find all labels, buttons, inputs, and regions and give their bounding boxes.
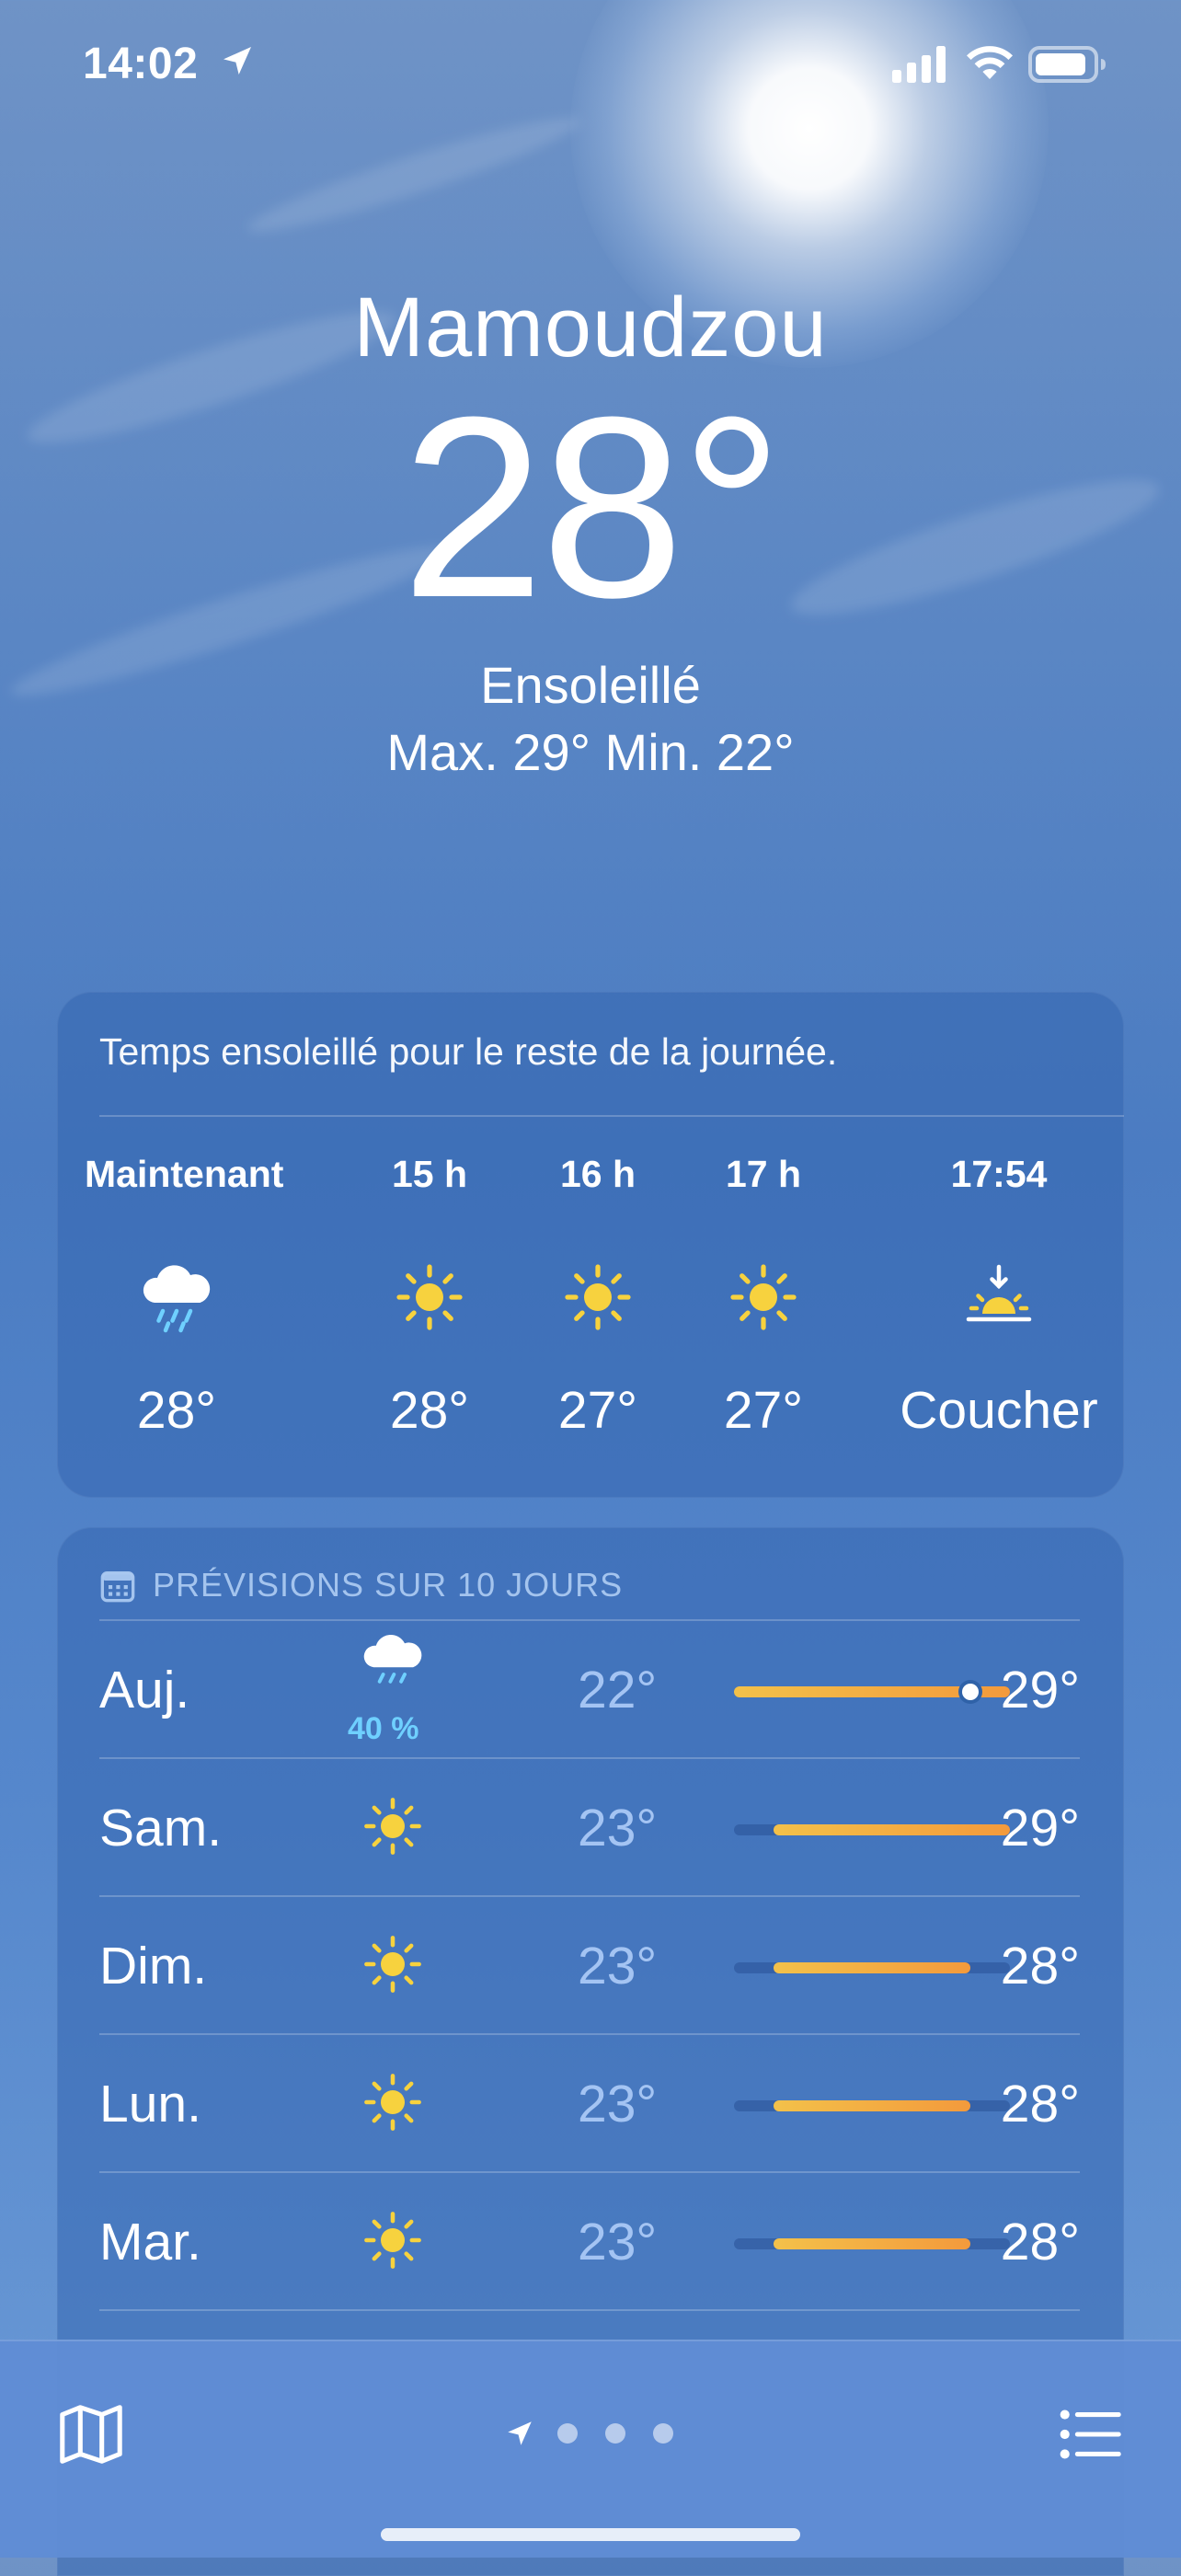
bottom-toolbar bbox=[0, 2340, 1181, 2558]
sun-icon bbox=[396, 1264, 463, 1330]
current-weather: Mamoudzou 28° Ensoleillé Max. 29° Min. 2… bbox=[0, 285, 1181, 782]
day-label: Sam. bbox=[99, 1799, 223, 1857]
daily-row[interactable]: Auj. 40 % 22° 29° bbox=[99, 1619, 1080, 1757]
day-label: Mar. bbox=[99, 2213, 201, 2271]
sun-icon bbox=[565, 1264, 631, 1330]
city-name: Mamoudzou bbox=[353, 281, 828, 374]
temperature-range-fill bbox=[773, 2100, 971, 2111]
hour-label: 17 h bbox=[725, 1153, 802, 1195]
daily-row[interactable]: Dim. 23° 28° bbox=[99, 1895, 1080, 2033]
hourly-item: Maintenant 28° bbox=[85, 1153, 284, 1441]
hour-temperature: 27° bbox=[723, 1381, 804, 1440]
temperature-range-bar bbox=[734, 2238, 1010, 2249]
map-icon[interactable] bbox=[55, 2398, 127, 2470]
divider bbox=[99, 1115, 1124, 1117]
high-temperature: 29° bbox=[1000, 1799, 1080, 1857]
page-dot bbox=[557, 2423, 578, 2444]
high-temperature: 28° bbox=[1000, 2213, 1080, 2271]
sun-icon bbox=[364, 2074, 421, 2131]
current-condition: Ensoleillé bbox=[480, 656, 701, 714]
sun-icon bbox=[364, 1936, 421, 1993]
sunset-icon bbox=[966, 1264, 1032, 1322]
hour-temperature: 27° bbox=[557, 1381, 638, 1440]
battery-icon bbox=[1028, 46, 1106, 83]
precipitation-chance: 40 % bbox=[348, 1711, 419, 1746]
low-temperature: 23° bbox=[578, 2213, 658, 2271]
temperature-range-bar bbox=[734, 1824, 1010, 1835]
hour-label: Maintenant bbox=[85, 1153, 284, 1195]
calendar-icon bbox=[100, 1571, 135, 1603]
daily-row[interactable]: Lun. 23° 28° bbox=[99, 2033, 1080, 2171]
list-icon[interactable] bbox=[1054, 2398, 1126, 2470]
temperature-range-bar bbox=[734, 2100, 1010, 2111]
status-time: 14:02 bbox=[83, 40, 199, 88]
cloud-rain-icon bbox=[363, 1634, 422, 1684]
temperature-range-fill bbox=[773, 1962, 971, 1973]
temperature-range-fill bbox=[773, 2238, 971, 2249]
daily-title: PRÉVISIONS SUR 10 JOURS bbox=[153, 1566, 624, 1604]
sun-icon bbox=[730, 1264, 797, 1330]
hourly-item: 17 h 27° bbox=[690, 1153, 837, 1441]
cellular-signal-icon bbox=[892, 46, 946, 83]
page-indicator[interactable] bbox=[504, 2418, 701, 2449]
current-location-icon bbox=[508, 2421, 532, 2445]
high-temperature: 28° bbox=[1000, 1937, 1080, 1995]
daily-header: PRÉVISIONS SUR 10 JOURS bbox=[99, 1562, 623, 1608]
high-temperature: 29° bbox=[1000, 1661, 1080, 1719]
hourly-forecast-card[interactable]: Temps ensoleillé pour le reste de la jou… bbox=[57, 992, 1124, 1498]
cloud-rain-icon bbox=[143, 1265, 211, 1333]
high-low-temperature: Max. 29° Min. 22° bbox=[386, 723, 795, 781]
wifi-icon bbox=[967, 46, 1013, 79]
temperature-range-fill bbox=[773, 1824, 1010, 1835]
hourly-item: 17:54 Coucher bbox=[889, 1153, 1109, 1441]
low-temperature: 23° bbox=[578, 2075, 658, 2133]
low-temperature: 23° bbox=[578, 1799, 658, 1857]
low-temperature: 22° bbox=[578, 1661, 658, 1719]
day-label: Lun. bbox=[99, 2075, 201, 2133]
hour-label: 16 h bbox=[559, 1153, 636, 1195]
hour-label: 17:54 bbox=[950, 1153, 1048, 1195]
temperature-range-bar bbox=[734, 1962, 1010, 1973]
daily-row[interactable]: Mar. 23° 28° bbox=[99, 2171, 1080, 2309]
current-temperature-marker bbox=[962, 1684, 980, 1700]
home-indicator bbox=[381, 2528, 800, 2541]
high-temperature: 28° bbox=[1000, 2075, 1080, 2133]
current-temperature: 28° bbox=[401, 364, 783, 651]
location-arrow-icon bbox=[224, 47, 251, 75]
hourly-item: 16 h 27° bbox=[524, 1153, 671, 1441]
day-label: Dim. bbox=[99, 1937, 208, 1995]
day-label: Auj. bbox=[99, 1661, 190, 1719]
sun-icon bbox=[364, 1798, 421, 1855]
page-dot bbox=[653, 2423, 673, 2444]
daily-row[interactable]: Sam. 23° 29° bbox=[99, 1757, 1080, 1895]
divider bbox=[99, 2309, 1080, 2311]
hour-temperature: 28° bbox=[136, 1381, 217, 1440]
sun-icon bbox=[364, 2212, 421, 2269]
temperature-range-bar bbox=[734, 1684, 1010, 1700]
hour-temperature: Coucher bbox=[900, 1381, 1098, 1440]
hourly-summary: Temps ensoleillé pour le reste de la jou… bbox=[99, 1030, 838, 1073]
hour-temperature: 28° bbox=[389, 1381, 470, 1440]
status-bar: 14:02 bbox=[0, 0, 1181, 138]
hour-label: 15 h bbox=[391, 1153, 468, 1195]
low-temperature: 23° bbox=[578, 1937, 658, 1995]
hourly-item: 15 h 28° bbox=[356, 1153, 503, 1441]
page-dot bbox=[605, 2423, 625, 2444]
